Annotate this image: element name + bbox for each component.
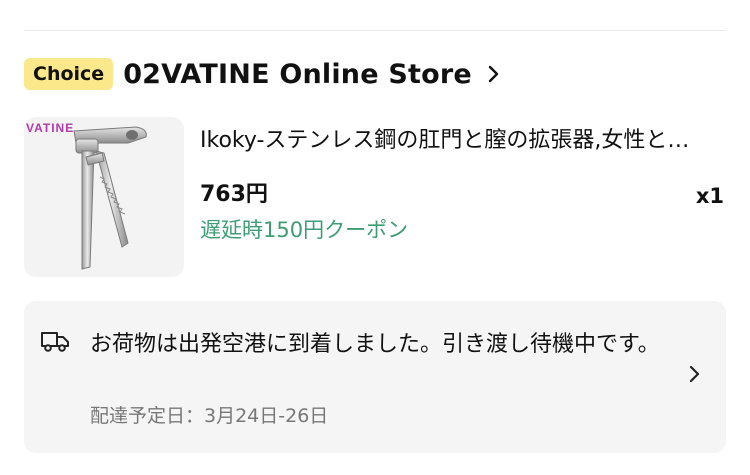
store-header[interactable]: Choice 02VATINE Online Store [24,56,500,92]
chevron-right-icon[interactable] [486,65,500,83]
choice-badge: Choice [24,58,114,90]
product-quantity: x1 [695,184,724,208]
top-divider [24,30,726,31]
product-image[interactable]: VATINE [24,117,184,277]
coupon-label: 遅延時150円クーポン [200,218,409,242]
shipping-status-card[interactable]: お荷物は出発空港に到着しました。引き渡し待機中です。 配達予定日：3月24日-2… [24,301,726,453]
delivery-truck-icon [41,332,69,352]
estimated-delivery-date: 配達予定日：3月24日-26日 [90,405,329,427]
speculum-illustration [73,126,147,270]
chevron-right-icon[interactable] [688,365,700,383]
product-image-logo: VATINE [26,121,75,135]
store-name[interactable]: 02VATINE Online Store [123,59,472,90]
product-price: 763円 [200,182,268,207]
shipping-status-text: お荷物は出発空港に到着しました。引き渡し待機中です。 [90,332,660,357]
product-title[interactable]: Ikoky-ステンレス鋼の肛門と膣の拡張器,女性と… [200,122,710,154]
